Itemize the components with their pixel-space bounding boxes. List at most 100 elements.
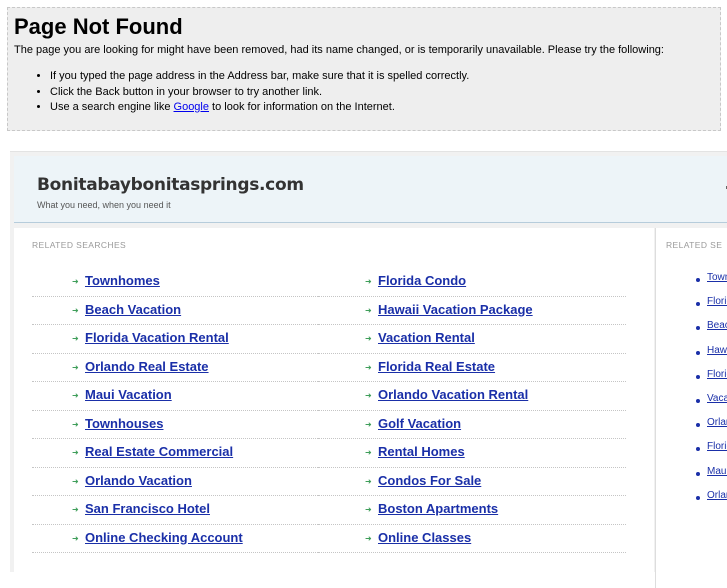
related-link[interactable]: Vacation Rental (378, 330, 475, 345)
related-link[interactable]: Real Estate Commercial (85, 444, 233, 459)
list-item: ➜ Orlando Vacation Rental (318, 382, 626, 411)
list-item: ➜ San Francisco Hotel (32, 496, 322, 525)
arrow-icon: ➜ (365, 533, 372, 543)
related-searches-panel: RELATED SEARCHES ➜ Townhomes ➜ Beach Vacat… (14, 228, 654, 588)
related-searches-label: RELATED SEARCHES (32, 240, 127, 250)
list-item: ➜ Florida Condo (318, 268, 626, 297)
bullet-icon (696, 350, 700, 355)
bullet-icon (696, 495, 700, 500)
related-link[interactable]: Condos For Sale (378, 473, 481, 488)
arrow-icon: ➜ (365, 334, 372, 343)
side-related-link[interactable]: Vacati (707, 393, 727, 404)
site-tagline: What you need, when you need it (37, 200, 171, 210)
error-tip: If you typed the page address in the Add… (50, 69, 469, 85)
arrow-icon: ➜ (365, 391, 372, 400)
related-link[interactable]: Online Classes (378, 530, 471, 545)
error-tip: Use a search engine like Google to look … (50, 100, 469, 116)
list-item: ➜ Vacation Rental (318, 325, 626, 354)
list-item: ➜ Maui Vacation (32, 382, 322, 411)
side-related-link[interactable]: Florida (707, 441, 727, 452)
related-links-column-2: ➜ Florida Condo ➜ Hawaii Vacation Package … (318, 268, 626, 553)
arrow-icon: ➜ (72, 334, 79, 343)
google-link[interactable]: Google (174, 101, 209, 113)
list-item: ➜ Beach Vacation (32, 297, 322, 325)
related-link[interactable]: Townhomes (85, 273, 160, 288)
error-tip-text: Use a search engine like (50, 101, 174, 113)
list-item: ➜ Florida Real Estate (318, 354, 626, 382)
list-item: ➜ Florida Vacation Rental (32, 325, 322, 354)
arrow-icon: ➜ (365, 476, 372, 486)
arrow-icon: ➜ (365, 448, 372, 457)
site-name[interactable]: Bonitabaybonitasprings.com (37, 175, 304, 195)
list-item: ➜ Rental Homes (318, 439, 626, 468)
side-related-link[interactable]: Hawaii (707, 345, 727, 356)
arrow-icon: ➜ (72, 391, 79, 400)
error-tip: Click the Back button in your browser to… (50, 85, 469, 101)
side-related-link[interactable]: Townh (707, 272, 727, 283)
related-link[interactable]: Orlando Real Estate (85, 359, 209, 374)
related-links-column-1: ➜ Townhomes ➜ Beach Vacation ➜ Florida Vaca… (32, 268, 322, 553)
bullet-icon (696, 447, 700, 452)
arrow-icon: ➜ (365, 505, 372, 514)
page-title: Page Not Found (14, 14, 183, 39)
related-link[interactable]: Florida Real Estate (378, 359, 495, 374)
list-item: ➜ Real Estate Commercial (32, 439, 322, 468)
list-item: ➜ Boston Apartments (318, 496, 626, 525)
arrow-icon: ➜ (365, 362, 372, 372)
arrow-icon: ➜ (72, 277, 79, 286)
list-item: ➜ Townhomes (32, 268, 322, 297)
bullet-icon (696, 374, 700, 379)
related-link[interactable]: Hawaii Vacation Package (378, 302, 533, 317)
related-link[interactable]: Maui Vacation (85, 387, 172, 402)
side-related-panel: RELATED SE Townh Florida Beach Hawaii Fl… (655, 228, 727, 588)
bullet-icon (696, 326, 700, 331)
list-item: ➜ Golf Vacation (318, 411, 626, 439)
arrow-icon: ➜ (365, 277, 372, 286)
side-related-link[interactable]: Florida (707, 296, 727, 307)
list-item: ➜ Hawaii Vacation Package (318, 297, 626, 325)
related-link[interactable]: Beach Vacation (85, 302, 181, 317)
side-related-link[interactable]: Orland (707, 490, 727, 501)
arrow-icon: ➜ (72, 476, 79, 486)
side-related-label: RELATED SE (666, 240, 723, 250)
related-link[interactable]: Florida Condo (378, 273, 466, 288)
error-banner: Page Not Found The page you are looking … (7, 7, 721, 131)
related-link[interactable]: Orlando Vacation (85, 473, 192, 488)
arrow-icon: ➜ (72, 448, 79, 457)
arrow-icon: ➜ (72, 505, 79, 514)
related-link[interactable]: Golf Vacation (378, 416, 461, 431)
related-link[interactable]: Florida Vacation Rental (85, 330, 229, 345)
bullet-icon (696, 423, 700, 428)
related-link[interactable]: Online Checking Account (85, 530, 243, 545)
bullet-icon (696, 278, 700, 282)
list-item: ➜ Orlando Real Estate (32, 354, 322, 382)
list-item: ➜ Online Classes (318, 525, 626, 553)
related-link[interactable]: Orlando Vacation Rental (378, 387, 528, 402)
arrow-icon: ➜ (365, 419, 372, 429)
arrow-icon: ➜ (72, 419, 79, 429)
side-related-link[interactable]: Beach (707, 320, 727, 331)
list-item: ➜ Condos For Sale (318, 468, 626, 496)
side-related-link[interactable]: Maui V (707, 466, 727, 477)
bullet-icon (696, 471, 700, 476)
arrow-icon: ➜ (72, 305, 79, 315)
related-link[interactable]: Townhouses (85, 416, 163, 431)
error-tip-text: to look for information on the Internet. (209, 101, 395, 113)
list-item: ➜ Townhouses (32, 411, 322, 439)
list-item: ➜ Orlando Vacation (32, 468, 322, 496)
side-related-link[interactable]: Florida (707, 369, 727, 380)
arrow-icon: ➜ (365, 305, 372, 315)
side-related-link[interactable]: Orland (707, 417, 727, 428)
error-description: The page you are looking for might have … (14, 44, 664, 56)
arrow-icon: ➜ (72, 362, 79, 372)
related-link[interactable]: Rental Homes (378, 444, 465, 459)
arrow-icon: ➜ (72, 533, 79, 543)
list-item: ➜ Online Checking Account (32, 525, 322, 553)
bullet-icon (696, 302, 700, 307)
bullet-icon (696, 398, 700, 403)
site-header: Bonitabaybonitasprings.com What you need… (14, 156, 727, 223)
related-link[interactable]: Boston Apartments (378, 501, 498, 516)
related-link[interactable]: San Francisco Hotel (85, 501, 210, 516)
error-tips-list: If you typed the page address in the Add… (8, 69, 469, 116)
parked-page: Bonitabaybonitasprings.com What you need… (10, 151, 727, 588)
